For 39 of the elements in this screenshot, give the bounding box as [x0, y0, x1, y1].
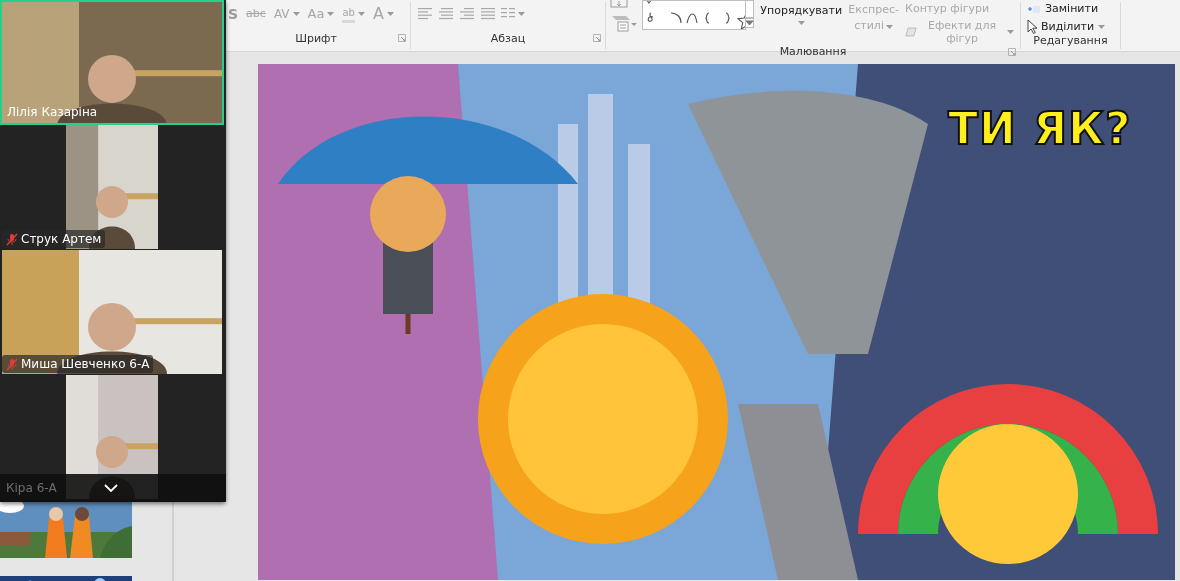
slide[interactable]: ТИ ЯК? — [258, 64, 1175, 580]
font-tool-button[interactable]: ab — [340, 2, 367, 26]
caret-icon[interactable] — [1098, 24, 1106, 29]
align-icon[interactable] — [460, 8, 474, 20]
align-icon[interactable] — [481, 8, 495, 20]
align-icon[interactable] — [439, 8, 453, 20]
group-label: Шрифт — [295, 31, 337, 45]
chevron-down-icon[interactable] — [104, 484, 118, 492]
group-label: Редагування — [1033, 34, 1108, 47]
select-button[interactable]: Виділити — [1025, 19, 1108, 34]
font-tool-button[interactable]: AV — [271, 2, 302, 26]
shape-gallery[interactable] — [642, 0, 746, 30]
group-label: Малювання — [779, 45, 847, 58]
group-label: Абзац — [490, 31, 526, 45]
font-tool-button[interactable]: Aa — [305, 2, 337, 26]
font-tool-button[interactable]: S — [226, 2, 241, 26]
cursor-icon[interactable] — [1027, 19, 1037, 34]
slide-title: ТИ ЯК? — [948, 104, 1132, 154]
align-icon[interactable] — [418, 8, 432, 20]
caret-icon[interactable] — [327, 12, 335, 16]
replace-button[interactable]: Замінити — [1025, 2, 1101, 15]
dialog-launcher-icon[interactable] — [593, 34, 601, 42]
dialog-launcher-icon[interactable] — [398, 34, 406, 42]
caret-icon[interactable] — [518, 12, 525, 16]
font-tool-button[interactable]: A — [370, 2, 396, 26]
more-icon[interactable] — [746, 17, 754, 25]
font-tool-button[interactable]: abc — [244, 2, 268, 26]
caret-icon[interactable] — [357, 12, 365, 16]
participant-name: Кіра 6-А — [6, 481, 57, 495]
participant-name: Лілія Казаріна — [7, 105, 98, 119]
dialog-launcher-icon[interactable] — [1008, 48, 1016, 56]
gallery-scroll-button[interactable] — [745, 0, 755, 28]
columns-icon[interactable] — [501, 8, 515, 20]
arrange-text-icon[interactable] — [610, 14, 638, 32]
replace-icon[interactable] — [1027, 3, 1041, 14]
arrange-button[interactable]: Упорядкувати — [758, 4, 845, 25]
caret-icon[interactable] — [292, 12, 300, 16]
caret-icon[interactable] — [386, 12, 394, 16]
caret-icon[interactable] — [797, 21, 805, 25]
